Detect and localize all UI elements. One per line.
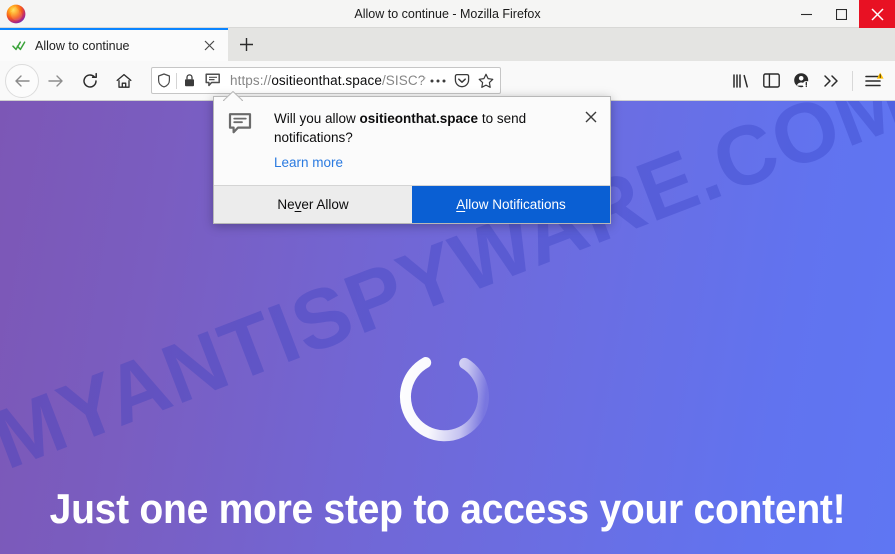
browser-tab[interactable]: Allow to continue — [0, 28, 228, 61]
page-headline: Just one more step to access your conten… — [49, 485, 846, 532]
minimize-button[interactable] — [789, 0, 824, 28]
sidebar-icon[interactable] — [756, 66, 786, 96]
library-icon[interactable] — [726, 66, 756, 96]
urlbar-actions — [426, 68, 500, 93]
back-button[interactable] — [5, 63, 39, 98]
maximize-button[interactable] — [824, 0, 859, 28]
url-host: ositieonthat.space — [271, 73, 382, 88]
popup-arrow — [221, 88, 245, 102]
loading-spinner-icon — [398, 351, 490, 443]
home-button[interactable] — [107, 64, 141, 98]
page-actions-icon[interactable] — [426, 68, 450, 93]
bookmark-star-icon[interactable] — [474, 68, 498, 93]
notification-permission-popup: Will you allow ositieonthat.space to sen… — [213, 96, 611, 224]
learn-more-link[interactable]: Learn more — [274, 155, 343, 170]
reload-button[interactable] — [73, 64, 107, 98]
address-bar[interactable]: https://ositieonthat.space/SISC?tag_id=7… — [151, 67, 501, 94]
speech-bubble-icon — [228, 112, 254, 138]
popup-body: Will you allow ositieonthat.space to sen… — [214, 97, 610, 185]
window-controls — [789, 0, 895, 28]
navigation-toolbar: https://ositieonthat.space/SISC?tag_id=7… — [0, 61, 895, 101]
firefox-browser-window: Allow to continue - Mozilla Firefox Allo… — [0, 0, 895, 554]
toolbar-separator — [852, 70, 853, 91]
allow-notifications-label: Allow Notifications — [456, 197, 566, 212]
forward-button[interactable] — [39, 64, 73, 98]
popup-message-prefix: Will you allow — [274, 111, 360, 126]
toolbar-right-group — [726, 61, 895, 101]
close-tab-icon[interactable] — [198, 35, 220, 57]
notification-permission-icon[interactable] — [201, 68, 225, 93]
popup-message-domain: ositieonthat.space — [359, 111, 479, 126]
overflow-chevrons-icon[interactable] — [816, 66, 846, 96]
account-icon[interactable] — [786, 66, 816, 96]
app-menu-button[interactable] — [859, 66, 889, 96]
never-allow-button[interactable]: Never Allow — [214, 186, 412, 223]
title-bar: Allow to continue - Mozilla Firefox — [0, 0, 895, 28]
popup-message: Will you allow ositieonthat.space to sen… — [274, 109, 564, 147]
url-text[interactable]: https://ositieonthat.space/SISC?tag_id=7… — [225, 73, 426, 88]
url-scheme: https:// — [230, 73, 272, 88]
lock-icon[interactable] — [177, 68, 201, 93]
never-allow-label: Never Allow — [277, 197, 349, 212]
pocket-icon[interactable] — [450, 68, 474, 93]
popup-buttons: Never Allow Allow Notifications — [214, 185, 610, 223]
tab-strip: Allow to continue — [0, 28, 895, 61]
new-tab-button[interactable] — [228, 28, 264, 61]
tab-title: Allow to continue — [35, 38, 130, 53]
allow-notifications-button[interactable]: Allow Notifications — [412, 186, 610, 223]
close-window-button[interactable] — [859, 0, 895, 28]
green-double-check-icon — [11, 38, 27, 54]
window-title: Allow to continue - Mozilla Firefox — [354, 7, 541, 21]
shield-icon[interactable] — [152, 68, 176, 93]
url-path: /SISC?tag_id=709056& — [381, 73, 426, 88]
popup-close-icon[interactable] — [580, 106, 602, 128]
